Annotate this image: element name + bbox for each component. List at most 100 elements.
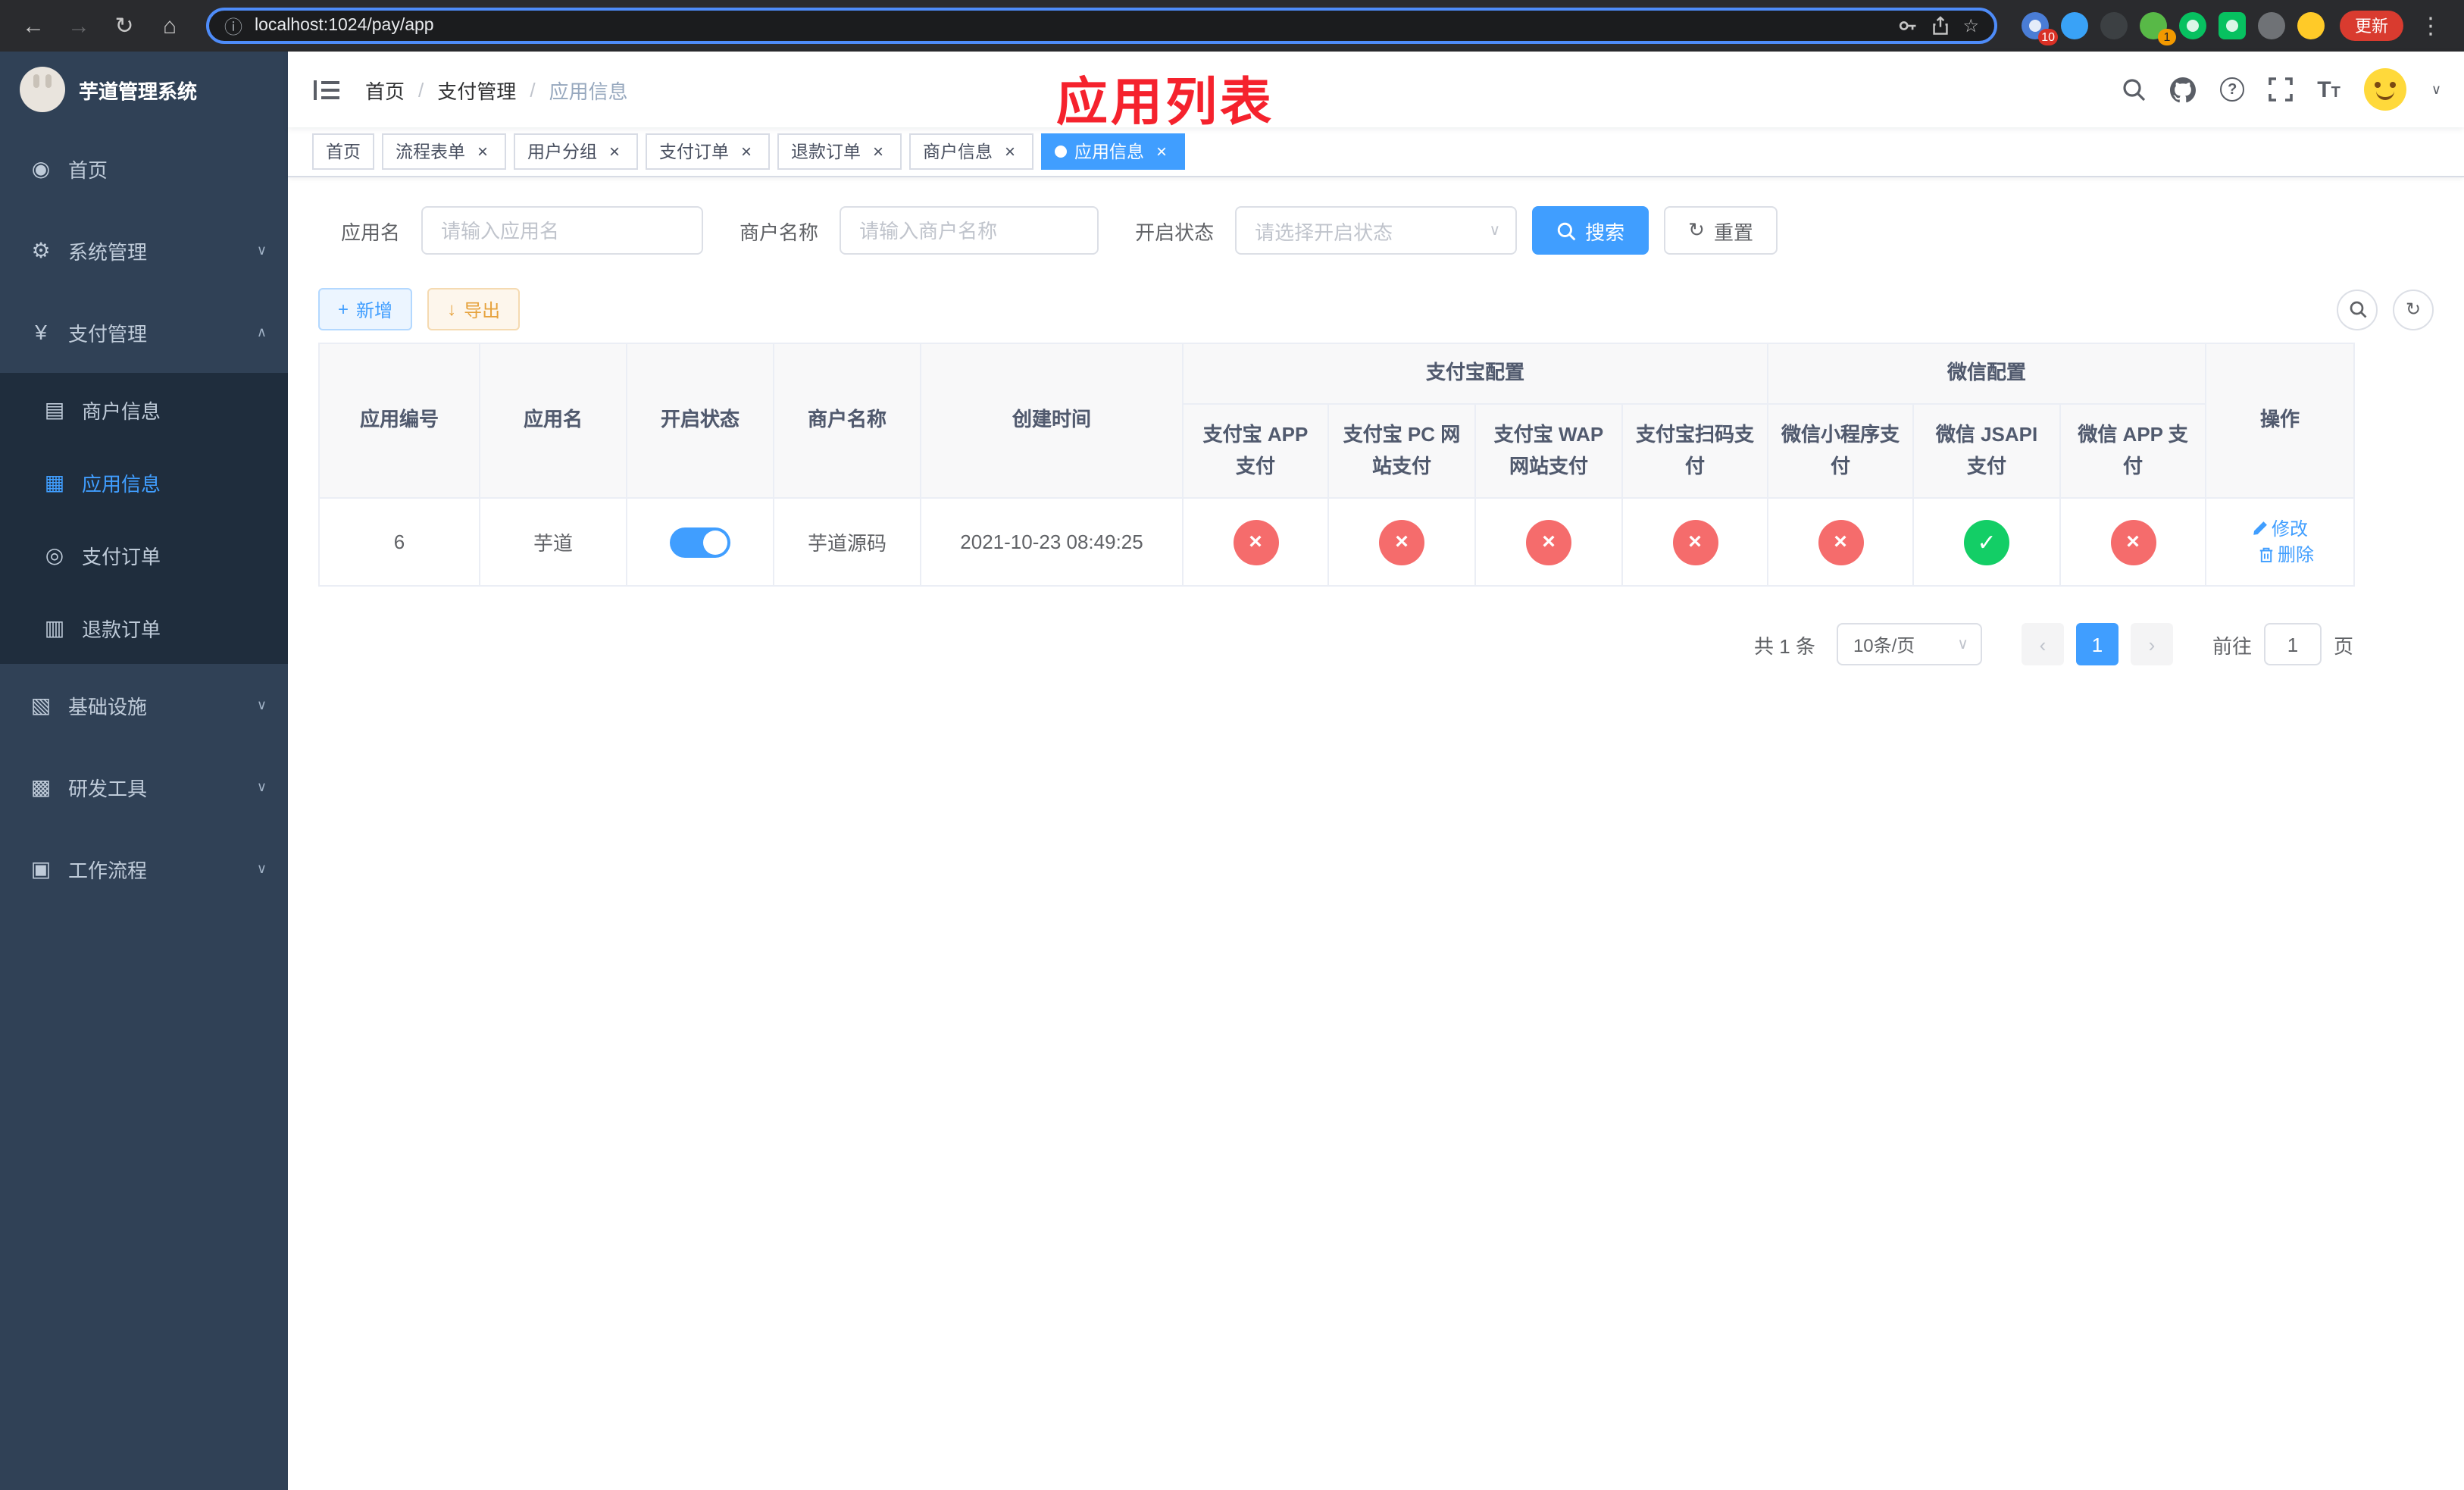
col-alipay-qr: 支付宝扫码支付 bbox=[1621, 403, 1769, 499]
sidebar-item-system[interactable]: ⚙ 系统管理 ∨ bbox=[0, 209, 288, 291]
col-alipay-wap: 支付宝 WAP 网站支付 bbox=[1474, 403, 1623, 499]
browser-forward-icon[interactable]: → bbox=[61, 8, 97, 44]
chevron-down-icon: ∨ bbox=[1957, 636, 1968, 653]
browser-back-icon[interactable]: ← bbox=[15, 8, 52, 44]
avatar[interactable] bbox=[2364, 68, 2407, 111]
page-size-select[interactable]: 10条/页 ∨ bbox=[1836, 623, 1982, 665]
tab-user-group[interactable]: 用户分组 × bbox=[514, 133, 638, 170]
url-text[interactable]: localhost:1024/pay/app bbox=[255, 17, 1885, 35]
edit-label: 修改 bbox=[2272, 518, 2309, 540]
col-wx-jsapi: 微信 JSAPI 支付 bbox=[1912, 403, 2062, 499]
cell-app-name: 芋道 bbox=[479, 497, 627, 587]
close-icon[interactable]: × bbox=[736, 142, 756, 161]
close-icon[interactable]: × bbox=[1152, 142, 1171, 161]
sidebar-item-merchant-info[interactable]: ▤ 商户信息 bbox=[0, 373, 288, 446]
sidebar-item-label: 支付订单 bbox=[82, 545, 161, 568]
bookmark-star-icon[interactable]: ☆ bbox=[1962, 15, 1979, 36]
extension-face-icon[interactable] bbox=[2297, 12, 2325, 39]
sidebar-item-app-info[interactable]: ▦ 应用信息 bbox=[0, 446, 288, 518]
search-icon[interactable] bbox=[2122, 77, 2146, 102]
github-icon[interactable] bbox=[2170, 77, 2197, 102]
tab-pay-order[interactable]: 支付订单 × bbox=[646, 133, 770, 170]
merchant-name-input[interactable] bbox=[840, 206, 1099, 255]
grid-icon: ▦ bbox=[44, 469, 65, 493]
extension-pin-icon[interactable] bbox=[2258, 12, 2285, 39]
prev-page-button[interactable]: ‹ bbox=[2021, 623, 2064, 665]
tab-app-info[interactable]: 应用信息 × bbox=[1041, 133, 1185, 170]
sidebar-item-devtools[interactable]: ▩ 研发工具 ∨ bbox=[0, 746, 288, 828]
close-icon[interactable]: × bbox=[868, 142, 888, 161]
sidebar-logo[interactable]: 芋道管理系统 bbox=[0, 52, 288, 127]
extension-green-icon[interactable] bbox=[2179, 12, 2206, 39]
tab-process-form[interactable]: 流程表单 × bbox=[382, 133, 506, 170]
chevron-down-icon: ∨ bbox=[256, 860, 267, 875]
sidebar-item-label: 支付管理 bbox=[68, 322, 148, 345]
close-icon[interactable]: × bbox=[1000, 142, 1020, 161]
sidebar-item-refund-order[interactable]: ▥ 退款订单 bbox=[0, 591, 288, 664]
close-icon[interactable]: × bbox=[473, 142, 492, 161]
avatar-caret-icon[interactable]: ∨ bbox=[2431, 81, 2441, 98]
share-icon[interactable] bbox=[1931, 15, 1950, 36]
document-icon: ▥ bbox=[44, 615, 65, 639]
sidebar-item-payment[interactable]: ¥ 支付管理 ∧ bbox=[0, 291, 288, 373]
delete-button[interactable]: 删除 bbox=[2258, 542, 2314, 568]
page-number-current[interactable]: 1 bbox=[2075, 623, 2118, 665]
help-icon[interactable]: ? bbox=[2220, 77, 2245, 102]
browser-menu-icon[interactable]: ⋮ bbox=[2412, 8, 2449, 44]
breadcrumb-separator: / bbox=[418, 78, 424, 101]
fullscreen-icon[interactable] bbox=[2269, 77, 2294, 102]
col-app-id: 应用编号 bbox=[318, 343, 480, 499]
tab-merchant-info[interactable]: 商户信息 × bbox=[909, 133, 1033, 170]
sidebar-item-pay-order[interactable]: ◎ 支付订单 bbox=[0, 518, 288, 591]
app-name-input[interactable] bbox=[421, 206, 704, 255]
extension-dark-icon[interactable] bbox=[2100, 12, 2128, 39]
page-content: 应用名 商户名称 开启状态 请选择开启状态 ∨ 搜索 ↻ bbox=[288, 177, 2464, 1490]
refresh-icon: ↻ bbox=[2405, 299, 2422, 320]
password-key-icon[interactable] bbox=[1897, 15, 1918, 36]
breadcrumb: 首页 / 支付管理 / 应用信息 bbox=[365, 75, 628, 104]
extension-puzzle-icon[interactable]: 10 bbox=[2022, 12, 2058, 45]
edit-button[interactable]: 修改 bbox=[2252, 516, 2308, 542]
trash-icon bbox=[2259, 547, 2273, 562]
export-button[interactable]: ↓ 导出 bbox=[427, 288, 521, 330]
browser-reload-icon[interactable]: ↻ bbox=[106, 8, 142, 44]
navbar-right-tools: ? TT ∨ bbox=[2122, 68, 2441, 111]
close-icon[interactable]: × bbox=[605, 142, 624, 161]
status-toggle[interactable] bbox=[670, 527, 730, 557]
breadcrumb-home[interactable]: 首页 bbox=[365, 75, 405, 104]
browser-update-button[interactable]: 更新 bbox=[2340, 11, 2403, 41]
extension-chat-icon[interactable] bbox=[2219, 12, 2246, 39]
font-size-icon[interactable]: TT bbox=[2317, 78, 2340, 101]
address-bar[interactable]: ⓘ localhost:1024/pay/app ☆ bbox=[206, 8, 1997, 44]
tab-refund-order[interactable]: 退款订单 × bbox=[777, 133, 902, 170]
goto-prefix-label: 前往 bbox=[2212, 634, 2252, 657]
search-button[interactable]: 搜索 bbox=[1532, 206, 1649, 255]
chevron-down-icon: ∨ bbox=[256, 778, 267, 794]
goto-page-input[interactable] bbox=[2263, 623, 2322, 665]
breadcrumb-payment[interactable]: 支付管理 bbox=[437, 75, 516, 104]
breadcrumb-current: 应用信息 bbox=[549, 80, 628, 102]
sidebar-collapse-icon[interactable] bbox=[311, 74, 341, 105]
table-row: 6 芋道 芋道源码 2021-10-23 08:49:25 × × × × × … bbox=[318, 497, 2356, 587]
sidebar-item-infrastructure[interactable]: ▧ 基础设施 ∨ bbox=[0, 664, 288, 746]
tab-label: 商户信息 bbox=[923, 144, 993, 162]
next-page-button[interactable]: › bbox=[2130, 623, 2173, 665]
search-icon bbox=[2349, 301, 2366, 318]
extension-avatar-icon[interactable]: 1 bbox=[2140, 12, 2176, 45]
status-select[interactable]: 请选择开启状态 ∨ bbox=[1235, 206, 1518, 255]
sidebar-item-workflow[interactable]: ▣ 工作流程 ∨ bbox=[0, 828, 288, 909]
site-info-icon[interactable]: ⓘ bbox=[224, 13, 242, 39]
cell-created: 2021-10-23 08:49:25 bbox=[920, 497, 1184, 587]
sidebar-item-label: 应用信息 bbox=[82, 472, 161, 495]
browser-toolbar: ← → ↻ ⌂ ⓘ localhost:1024/pay/app ☆ 10 1 bbox=[0, 0, 2464, 52]
browser-home-icon[interactable]: ⌂ bbox=[152, 8, 188, 44]
toggle-search-button[interactable] bbox=[2337, 289, 2378, 330]
extension-drop-icon[interactable] bbox=[2061, 12, 2088, 39]
annotation-title: 应用列表 bbox=[1056, 74, 1274, 132]
refresh-table-button[interactable]: ↻ bbox=[2393, 289, 2434, 330]
tab-home[interactable]: 首页 bbox=[312, 133, 374, 170]
extension-badge: 1 bbox=[2158, 29, 2176, 45]
sidebar-item-home[interactable]: ◉ 首页 bbox=[0, 127, 288, 209]
reset-button[interactable]: ↻ 重置 bbox=[1664, 206, 1778, 255]
add-button[interactable]: + 新增 bbox=[318, 288, 413, 330]
